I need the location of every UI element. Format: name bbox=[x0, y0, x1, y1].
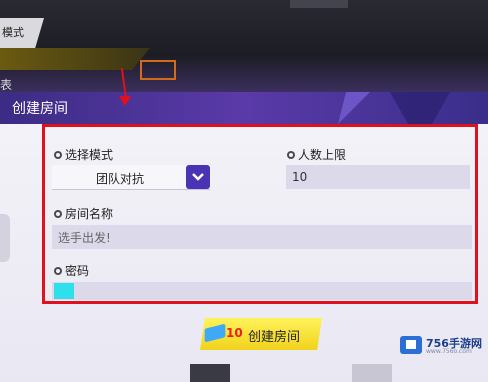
background-mode-tab-label: 模式 bbox=[2, 26, 24, 39]
background-strip bbox=[190, 364, 230, 382]
header-decoration bbox=[338, 92, 370, 124]
dialog-header: 创建房间 bbox=[0, 92, 488, 124]
background-label: 表 bbox=[0, 78, 13, 92]
header-decoration bbox=[390, 92, 450, 124]
background-strip bbox=[0, 48, 150, 70]
panel-notch bbox=[0, 214, 10, 262]
background-strip bbox=[352, 364, 392, 382]
watermark: 756手游网 www.756o.com bbox=[400, 332, 484, 360]
watermark-url: www.756o.com bbox=[426, 348, 472, 355]
game-background bbox=[0, 0, 488, 92]
background-panel bbox=[290, 0, 348, 8]
watermark-logo-icon bbox=[400, 336, 422, 354]
arrow-head-icon bbox=[119, 96, 131, 106]
create-room-cost: 10 bbox=[226, 326, 243, 340]
dialog-title: 创建房间 bbox=[12, 101, 68, 117]
background-frame bbox=[140, 60, 176, 80]
create-room-label: 创建房间 bbox=[248, 330, 301, 345]
highlight-frame bbox=[42, 124, 478, 304]
